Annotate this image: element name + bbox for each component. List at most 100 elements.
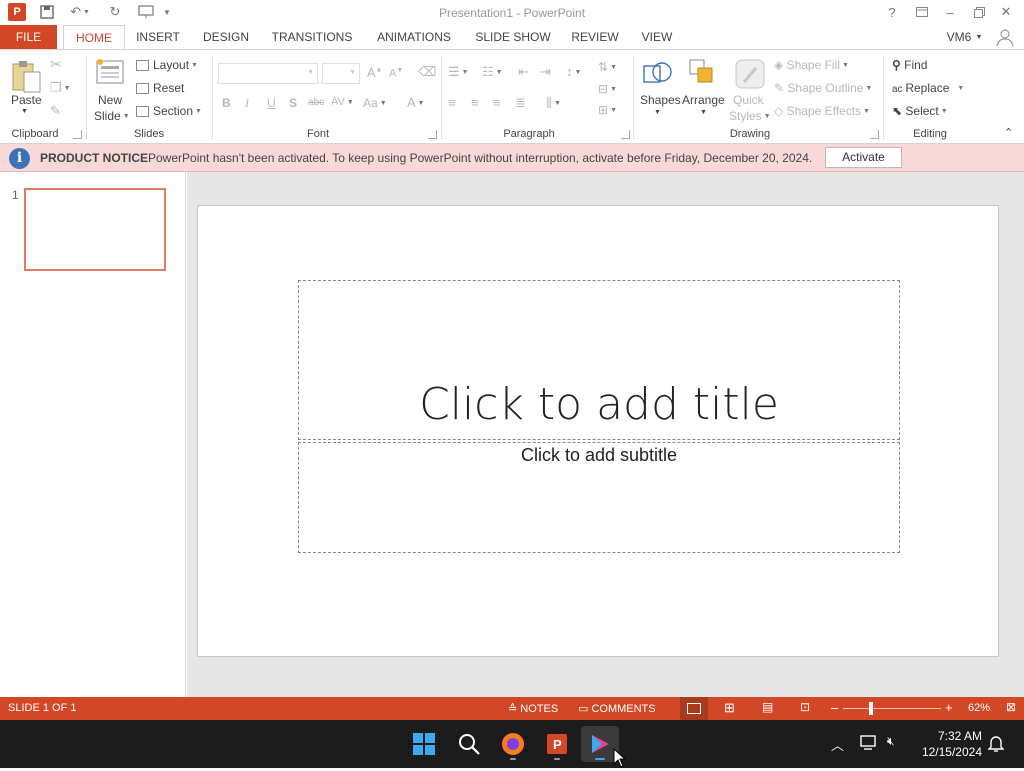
italic-button[interactable]: I — [245, 96, 249, 111]
shapes-dropdown-icon[interactable]: ▼ — [654, 109, 661, 116]
firefox-button[interactable] — [494, 726, 532, 762]
tab-review[interactable]: REVIEW — [568, 25, 622, 50]
align-left-icon[interactable]: ≡ — [448, 95, 456, 110]
reading-view-icon[interactable]: ▤ — [762, 700, 773, 714]
bold-button[interactable]: B — [222, 96, 231, 110]
text-shadow-button[interactable]: S — [289, 96, 297, 110]
select-button[interactable]: ⬉ Select ▼ — [892, 104, 948, 118]
underline-button[interactable]: U — [267, 96, 276, 110]
volume-muted-icon[interactable]: 🔇︎ — [887, 734, 895, 749]
line-spacing-icon[interactable]: ↕ ▼ — [566, 64, 581, 79]
quick-styles-label-line1[interactable]: Quick — [733, 93, 764, 107]
tab-view[interactable]: VIEW — [637, 25, 677, 50]
quick-styles-icon[interactable] — [734, 58, 766, 90]
justify-icon[interactable]: ≣ — [515, 95, 526, 111]
zoom-level[interactable]: 62% — [968, 702, 990, 714]
activate-button[interactable]: Activate — [825, 147, 902, 168]
find-button[interactable]: ⚲ Find — [892, 58, 927, 72]
align-text-icon[interactable]: ⊟ ▼ — [598, 82, 617, 96]
ribbon-display-options-icon[interactable] — [913, 3, 931, 21]
tab-transitions[interactable]: TRANSITIONS — [268, 25, 356, 50]
decrease-font-size-icon[interactable]: A▼ — [389, 67, 403, 80]
subtitle-placeholder[interactable]: Click to add subtitle — [298, 442, 900, 553]
numbering-icon[interactable]: ☷ ▼ — [482, 64, 503, 80]
zoom-slider-thumb[interactable] — [869, 702, 873, 715]
arrange-button[interactable]: Arrange — [682, 93, 725, 107]
increase-indent-icon[interactable]: ⇥ — [540, 64, 551, 80]
format-painter-icon[interactable]: ✎ — [50, 103, 61, 119]
change-case-button[interactable]: Aa ▼ — [363, 96, 387, 110]
tab-design[interactable]: DESIGN — [199, 25, 253, 50]
user-avatar[interactable] — [995, 27, 1015, 47]
clear-formatting-icon[interactable]: ⌫ — [418, 64, 436, 80]
cut-icon[interactable]: ✂ — [50, 56, 62, 73]
clock-date[interactable]: 12/15/2024 — [910, 745, 982, 759]
paste-button[interactable]: Paste — [11, 93, 42, 107]
minimize-icon[interactable]: – — [941, 3, 959, 21]
zoom-out-icon[interactable]: – — [831, 700, 838, 715]
align-center-icon[interactable]: ≡ — [471, 95, 479, 110]
notes-button[interactable]: ≙ NOTES — [508, 702, 558, 715]
tab-home[interactable]: HOME — [63, 25, 125, 50]
title-placeholder[interactable]: Click to add title — [298, 280, 900, 440]
restore-icon[interactable] — [970, 3, 988, 21]
collapse-ribbon-icon[interactable]: ⌃ — [1004, 126, 1013, 139]
shape-effects-button[interactable]: ◇ Shape Effects ▼ — [774, 104, 870, 118]
new-slide-button[interactable]: Slide ▼ — [94, 109, 130, 123]
shape-fill-button[interactable]: ◈ Shape Fill ▼ — [774, 58, 849, 72]
fit-slide-icon[interactable]: ⊠ — [1006, 700, 1016, 714]
quick-styles-button[interactable]: Styles ▼ — [729, 109, 771, 123]
paste-icon[interactable] — [10, 58, 42, 94]
arrange-dropdown-icon[interactable]: ▼ — [700, 109, 707, 116]
clock-time[interactable]: 7:32 AM — [910, 729, 982, 743]
notifications-bell-icon[interactable] — [987, 734, 1005, 755]
tab-file[interactable]: FILE — [0, 25, 57, 50]
slide-canvas[interactable]: Click to add title Click to add subtitle — [197, 205, 999, 657]
start-button[interactable] — [405, 726, 443, 762]
account-dropdown-icon[interactable]: ▼ — [974, 25, 984, 50]
arrange-icon[interactable] — [688, 58, 720, 90]
drawing-launcher-icon[interactable] — [870, 130, 879, 139]
strikethrough-button[interactable]: abc — [308, 97, 324, 108]
comments-button[interactable]: ▭ COMMENTS — [578, 702, 656, 715]
copy-icon[interactable]: ❐ ▼ — [50, 80, 71, 96]
powerpoint-taskbar-button[interactable]: P — [538, 726, 576, 762]
slide-show-icon[interactable]: ⊡ — [800, 700, 810, 714]
section-button[interactable]: Section ▼ — [136, 104, 202, 118]
help-icon[interactable]: ? — [884, 3, 900, 21]
clipboard-launcher-icon[interactable] — [73, 130, 82, 139]
paste-dropdown-icon[interactable]: ▼ — [21, 108, 28, 115]
reset-button[interactable]: Reset — [136, 81, 184, 95]
search-button[interactable] — [450, 726, 488, 762]
show-hidden-icons-icon[interactable]: ︿ — [831, 735, 844, 754]
shapes-icon[interactable] — [642, 58, 674, 90]
network-icon[interactable] — [860, 734, 878, 753]
decrease-indent-icon[interactable]: ⇤ — [518, 64, 529, 80]
zoom-in-icon[interactable]: + — [945, 700, 953, 715]
text-direction-icon[interactable]: ⇅ ▼ — [598, 60, 617, 74]
smartart-icon[interactable]: ⊞ ▼ — [598, 103, 617, 117]
new-slide-label-line1[interactable]: New — [98, 93, 122, 107]
replace-button[interactable]: ac Replace ▼ — [892, 81, 964, 95]
font-size-combobox[interactable]: ▼ — [322, 63, 360, 84]
normal-view-button[interactable] — [680, 697, 708, 720]
align-right-icon[interactable]: ≡ — [493, 95, 501, 110]
tab-animations[interactable]: ANIMATIONS — [371, 25, 457, 50]
font-name-combobox[interactable]: ▼ — [218, 63, 318, 84]
increase-font-size-icon[interactable]: A▲ — [367, 65, 383, 80]
font-color-button[interactable]: A ▼ — [407, 95, 425, 110]
bullets-icon[interactable]: ☰ ▼ — [448, 64, 469, 80]
layout-button[interactable]: Layout ▼ — [136, 58, 198, 72]
shapes-button[interactable]: Shapes — [640, 93, 681, 107]
close-icon[interactable]: ✕ — [997, 3, 1015, 21]
user-account-name[interactable]: VM6 — [942, 25, 976, 50]
shape-outline-button[interactable]: ✎ Shape Outline ▼ — [774, 81, 872, 95]
tab-insert[interactable]: INSERT — [132, 25, 184, 50]
columns-icon[interactable]: ⫼ ▼ — [546, 95, 561, 111]
font-launcher-icon[interactable] — [428, 130, 437, 139]
tab-slide-show[interactable]: SLIDE SHOW — [472, 25, 554, 50]
paragraph-launcher-icon[interactable] — [621, 130, 630, 139]
character-spacing-button[interactable]: AV ▼ — [331, 96, 354, 108]
zoom-slider[interactable] — [843, 708, 941, 709]
slide-sorter-icon[interactable]: ⊞ — [724, 700, 735, 716]
